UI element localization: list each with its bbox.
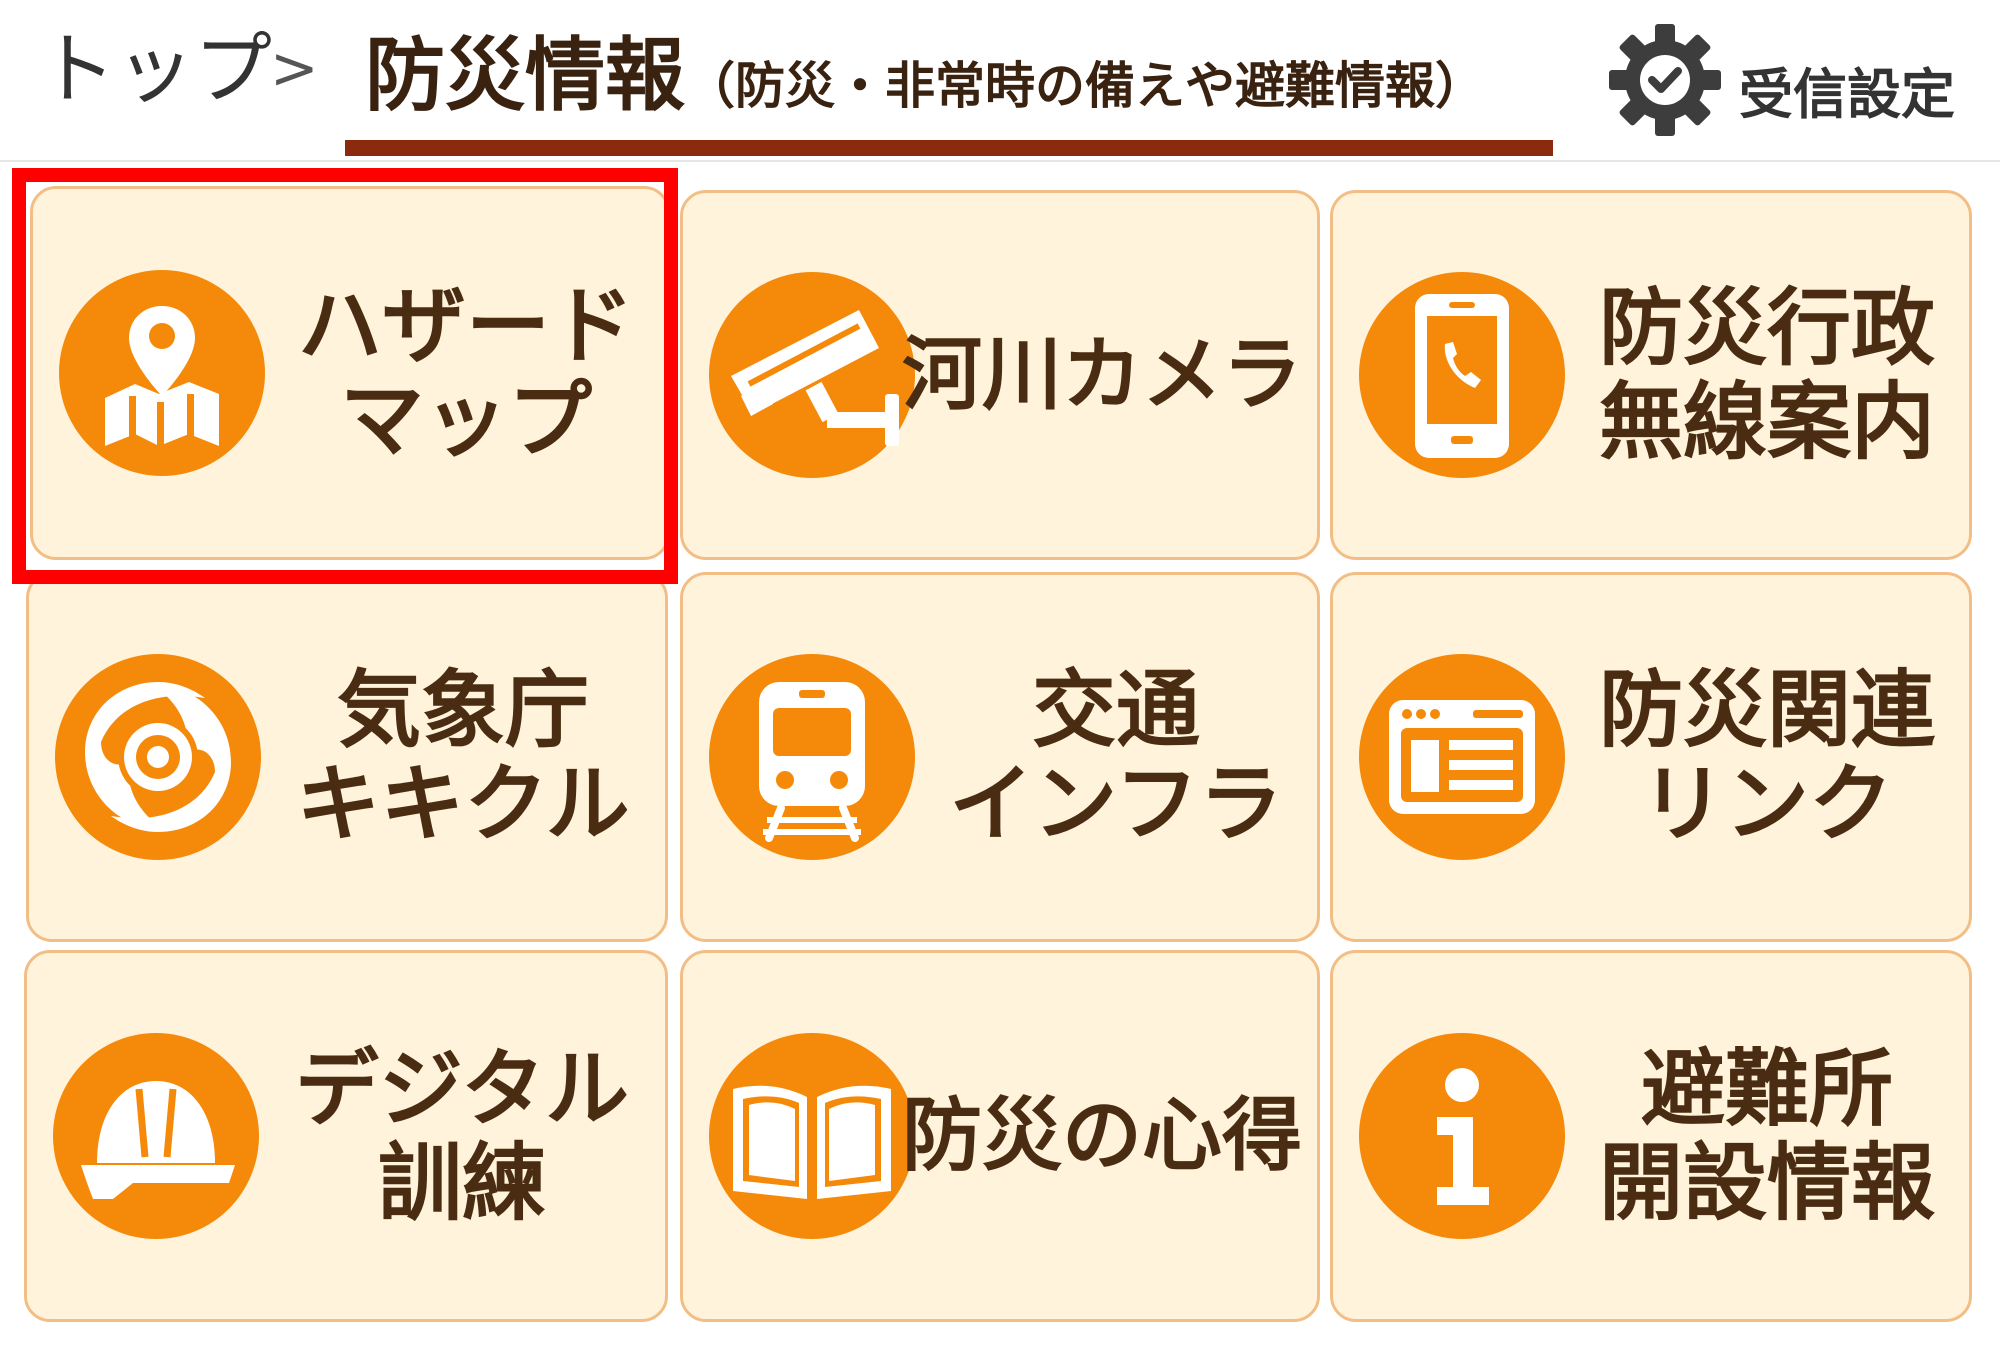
tile-jma-kikikuru-label: 気象庁 キキクル	[273, 575, 653, 939]
browser-window-icon	[1359, 654, 1565, 860]
page-title-main: 防災情報	[365, 29, 685, 122]
tile-hazard-map[interactable]: ハザード マップ	[30, 186, 670, 560]
tile-transport-infrastructure-line-1: 交通	[1031, 660, 1200, 759]
header: トップ > 防災情報（防災・非常時の備えや避難情報） 受信設定	[0, 0, 2000, 158]
header-divider	[0, 160, 2000, 162]
gear-check-icon	[1605, 20, 1725, 144]
tile-digital-drill-label: デジタル 訓練	[271, 953, 653, 1319]
tile-disaster-preparedness-label: 防災の心得	[899, 953, 1305, 1319]
tile-hazard-map-label: ハザード マップ	[277, 189, 655, 557]
app-root: トップ > 防災情報（防災・非常時の備えや避難情報） 受信設定 ハザード マップ…	[0, 0, 2000, 1349]
title-underline	[345, 140, 1553, 156]
tile-transport-infrastructure[interactable]: 交通 インフラ	[680, 572, 1320, 942]
settings-label: 受信設定	[1739, 62, 1955, 126]
hazard-map-icon	[59, 270, 265, 476]
tile-river-camera[interactable]: 河川カメラ	[680, 190, 1320, 560]
tile-hazard-map-line-1: ハザード	[297, 276, 634, 375]
tile-disaster-related-links-line-2: リンク	[1640, 755, 1893, 853]
helmet-icon	[53, 1033, 259, 1239]
tile-disaster-related-links-line-1: 防災関連	[1598, 660, 1935, 759]
typhoon-icon	[55, 654, 261, 860]
tile-digital-drill-line-2: 訓練	[377, 1134, 546, 1232]
page-title-subtitle: （防災・非常時の備えや避難情報）	[685, 57, 1485, 115]
tile-shelter-opening-info-line-2: 開設情報	[1598, 1134, 1935, 1232]
breadcrumb-separator: >	[270, 34, 319, 102]
info-icon	[1359, 1033, 1565, 1239]
tile-disaster-related-links[interactable]: 防災関連 リンク	[1330, 572, 1972, 942]
smartphone-icon	[1359, 272, 1565, 478]
tile-disaster-preparedness[interactable]: 防災の心得	[680, 950, 1320, 1322]
tile-digital-drill-line-1: デジタル	[294, 1039, 630, 1138]
tile-jma-kikikuru-line-2: キキクル	[296, 755, 630, 853]
tile-jma-kikikuru-line-1: 気象庁	[336, 660, 589, 759]
tile-transport-infrastructure-line-2: インフラ	[949, 755, 1283, 853]
tile-disaster-related-links-label: 防災関連 リンク	[1577, 575, 1957, 939]
tile-digital-drill[interactable]: デジタル 訓練	[24, 950, 668, 1322]
breadcrumb-top-link[interactable]: トップ	[38, 24, 272, 118]
train-icon	[709, 654, 915, 860]
notification-settings-button[interactable]: 受信設定	[1605, 22, 1955, 142]
tile-river-camera-line-1: 河川カメラ	[902, 328, 1302, 422]
tile-river-camera-label: 河川カメラ	[899, 193, 1305, 557]
tile-disaster-radio-guide-line-2: 無線案内	[1598, 373, 1935, 471]
page-title: 防災情報（防災・非常時の備えや避難情報）	[365, 28, 1485, 124]
tile-shelter-opening-info[interactable]: 避難所 開設情報	[1330, 950, 1972, 1322]
tile-disaster-radio-guide-label: 防災行政 無線案内	[1577, 193, 1957, 557]
tile-jma-kikikuru[interactable]: 気象庁 キキクル	[26, 572, 668, 942]
tile-disaster-radio-guide-line-1: 防災行政	[1598, 278, 1935, 377]
tile-disaster-radio-guide[interactable]: 防災行政 無線案内	[1330, 190, 1972, 560]
tile-hazard-map-line-2: マップ	[339, 371, 592, 469]
open-book-icon	[709, 1033, 915, 1239]
tile-shelter-opening-info-line-1: 避難所	[1640, 1039, 1893, 1138]
cctv-camera-icon	[709, 272, 915, 478]
tile-transport-infrastructure-label: 交通 インフラ	[927, 575, 1305, 939]
tile-disaster-preparedness-line-1: 防災の心得	[902, 1089, 1302, 1183]
tile-shelter-opening-info-label: 避難所 開設情報	[1577, 953, 1957, 1319]
